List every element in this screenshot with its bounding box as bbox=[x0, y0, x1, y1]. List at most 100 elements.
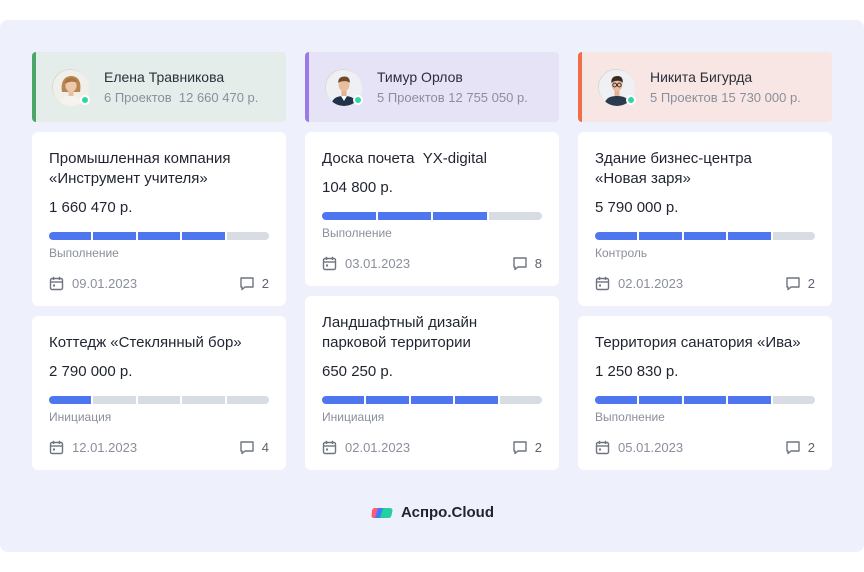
avatar[interactable] bbox=[598, 69, 636, 106]
project-title: Территория санатория «Ива» bbox=[595, 333, 815, 353]
calendar-icon bbox=[595, 440, 610, 455]
project-card[interactable]: Здание бизнес-центра «Новая заря» 5 790 … bbox=[578, 132, 832, 306]
project-date: 02.01.2023 bbox=[618, 275, 684, 291]
progress-bar bbox=[322, 396, 543, 404]
project-title-line: «Новая заря» bbox=[595, 170, 691, 187]
progress-segment-done bbox=[683, 396, 727, 404]
project-amount: 650 250 р. bbox=[322, 363, 393, 380]
calendar-icon bbox=[49, 276, 64, 291]
online-status-dot bbox=[353, 95, 363, 105]
project-title-line: Промышленная компания bbox=[49, 150, 231, 167]
online-status-dot bbox=[80, 95, 90, 105]
comment-count: 2 bbox=[807, 439, 815, 455]
project-title-line: парковой территории bbox=[322, 334, 471, 351]
comment-count: 2 bbox=[807, 275, 815, 291]
progress-bar bbox=[595, 232, 816, 240]
column-nikita: Никита Бигурда 5 Проектов 15 730 000 р. … bbox=[578, 52, 832, 470]
progress-bar bbox=[595, 396, 816, 404]
progress-segment-done bbox=[322, 396, 365, 404]
comment-count: 8 bbox=[534, 255, 542, 271]
progress-segment-pending bbox=[137, 396, 181, 404]
progress-segment-done bbox=[728, 232, 771, 240]
project-date: 03.01.2023 bbox=[345, 255, 411, 271]
project-date: 02.01.2023 bbox=[345, 439, 411, 455]
project-card[interactable]: Доска почета YX-digital 104 800 р. Выпол… bbox=[305, 132, 559, 286]
calendar-icon bbox=[322, 256, 337, 271]
progress-segment-done bbox=[433, 212, 487, 220]
project-title: Коттедж «Стеклянный бор» bbox=[49, 333, 269, 353]
project-title-line: Здание бизнес-центра bbox=[595, 150, 752, 167]
progress-segment-done bbox=[49, 396, 92, 404]
comments-link[interactable]: 2 bbox=[239, 276, 269, 291]
comment-count: 2 bbox=[534, 439, 542, 455]
brand-footer: Аспро.Cloud bbox=[0, 504, 864, 521]
project-stage: Выполнение bbox=[595, 410, 665, 424]
project-stage: Выполнение bbox=[322, 226, 392, 240]
assignee-name: Никита Бигурда bbox=[650, 68, 753, 85]
assignee-name: Елена Травникова bbox=[104, 68, 225, 85]
project-date: 05.01.2023 bbox=[618, 439, 684, 455]
assignee-summary: 5 Проектов 15 730 000 р. bbox=[650, 89, 801, 105]
project-stage: Выполнение bbox=[49, 246, 119, 260]
progress-bar bbox=[49, 396, 270, 404]
progress-segment-pending bbox=[772, 396, 816, 404]
progress-segment-done bbox=[93, 232, 136, 240]
comment-icon bbox=[785, 276, 801, 291]
comment-icon bbox=[512, 440, 528, 455]
comment-icon bbox=[239, 276, 255, 291]
progress-segment-done bbox=[595, 396, 638, 404]
column-header[interactable]: Тимур Орлов 5 Проектов 12 755 050 р. bbox=[305, 52, 559, 122]
comments-link[interactable]: 2 bbox=[512, 440, 542, 455]
assignee-summary: 6 Проектов 12 660 470 р. bbox=[104, 89, 259, 105]
avatar[interactable] bbox=[325, 69, 363, 106]
avatar[interactable] bbox=[52, 69, 90, 106]
column-elena: Елена Травникова 6 Проектов 12 660 470 р… bbox=[32, 52, 286, 470]
assignee-name: Тимур Орлов bbox=[377, 68, 463, 85]
column-timur: Тимур Орлов 5 Проектов 12 755 050 р. Дос… bbox=[305, 52, 559, 470]
project-stage: Инициация bbox=[322, 410, 385, 424]
project-title-line: «Инструмент учителя» bbox=[49, 170, 208, 187]
project-card[interactable]: Промышленная компания «Инструмент учител… bbox=[32, 132, 286, 306]
project-title: Ландшафтный дизайн парковой территории bbox=[322, 313, 542, 353]
project-title-line: Коттедж «Стеклянный бор» bbox=[49, 334, 242, 351]
comment-count: 4 bbox=[261, 439, 269, 455]
calendar-icon bbox=[49, 440, 64, 455]
project-title-line: Территория санатория «Ива» bbox=[595, 334, 801, 351]
project-amount: 5 790 000 р. bbox=[595, 199, 679, 216]
progress-segment-done bbox=[366, 396, 409, 404]
comments-link[interactable]: 8 bbox=[512, 256, 542, 271]
project-amount: 104 800 р. bbox=[322, 179, 393, 196]
progress-bar bbox=[322, 212, 542, 220]
online-status-dot bbox=[626, 95, 636, 105]
project-title: Доска почета YX-digital bbox=[322, 149, 542, 169]
progress-segment-pending bbox=[772, 232, 816, 240]
progress-segment-done bbox=[377, 212, 431, 220]
progress-segment-pending bbox=[93, 396, 136, 404]
project-amount: 2 790 000 р. bbox=[49, 363, 133, 380]
column-header[interactable]: Елена Травникова 6 Проектов 12 660 470 р… bbox=[32, 52, 286, 122]
comment-count: 2 bbox=[261, 275, 269, 291]
column-header[interactable]: Никита Бигурда 5 Проектов 15 730 000 р. bbox=[578, 52, 832, 122]
progress-segment-done bbox=[322, 212, 376, 220]
project-amount: 1 250 830 р. bbox=[595, 363, 679, 380]
project-card[interactable]: Территория санатория «Ива» 1 250 830 р. … bbox=[578, 316, 832, 470]
progress-segment-done bbox=[639, 232, 682, 240]
progress-segment-done bbox=[455, 396, 498, 404]
progress-segment-pending bbox=[488, 212, 542, 220]
kanban-board: Елена Травникова 6 Проектов 12 660 470 р… bbox=[0, 20, 864, 552]
progress-segment-done bbox=[182, 232, 225, 240]
comments-link[interactable]: 2 bbox=[785, 440, 815, 455]
progress-segment-pending bbox=[226, 232, 270, 240]
comments-link[interactable]: 4 bbox=[239, 440, 269, 455]
project-card[interactable]: Коттедж «Стеклянный бор» 2 790 000 р. Ин… bbox=[32, 316, 286, 470]
progress-segment-done bbox=[49, 232, 92, 240]
project-card[interactable]: Ландшафтный дизайн парковой территории 6… bbox=[305, 296, 559, 470]
aspro-cloud-logo-icon bbox=[370, 505, 394, 521]
project-amount: 1 660 470 р. bbox=[49, 199, 133, 216]
progress-segment-pending bbox=[499, 396, 543, 404]
comment-icon bbox=[512, 256, 528, 271]
comments-link[interactable]: 2 bbox=[785, 276, 815, 291]
brand-name: Аспро.Cloud bbox=[400, 504, 495, 521]
progress-segment-pending bbox=[226, 396, 270, 404]
comment-icon bbox=[785, 440, 801, 455]
